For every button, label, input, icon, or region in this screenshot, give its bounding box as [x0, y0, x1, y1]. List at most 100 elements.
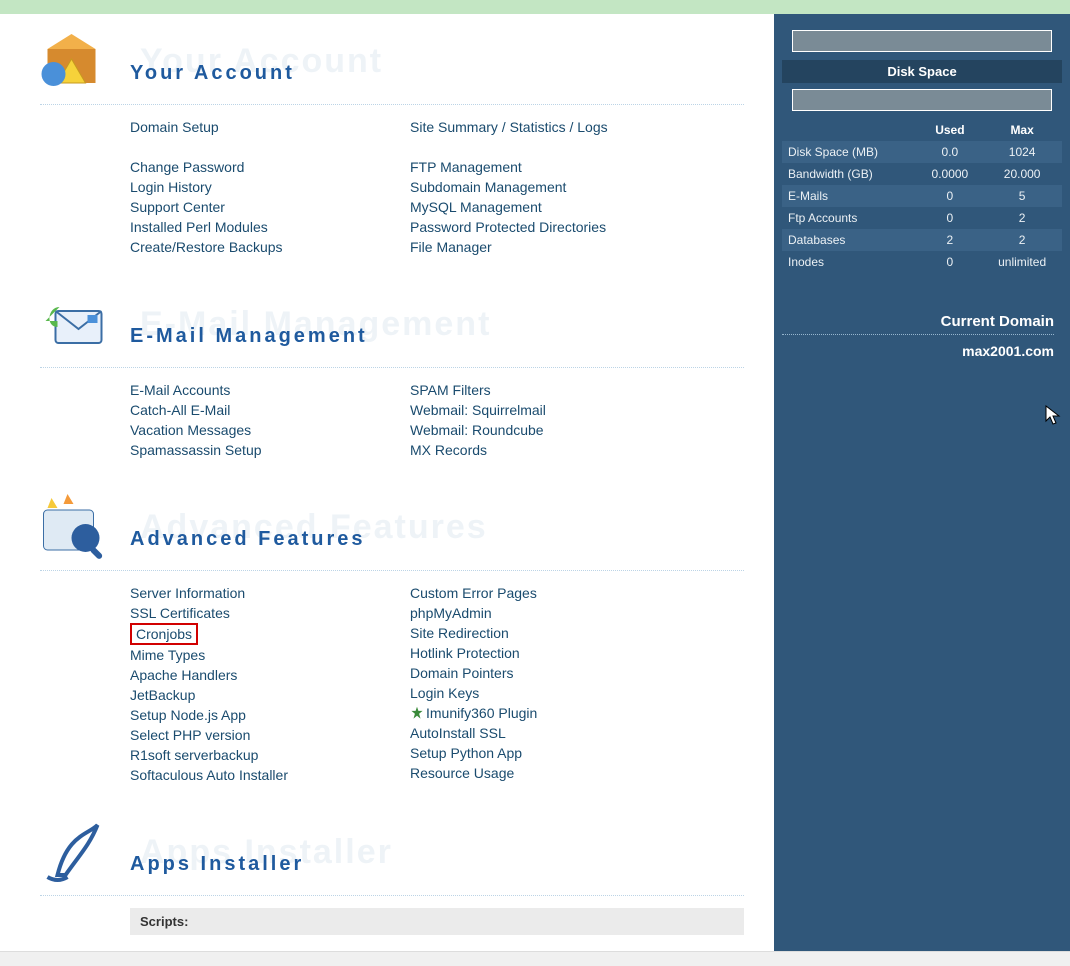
stats-name: Disk Space (MB)	[782, 141, 918, 163]
stats-row-databases: Databases22	[782, 229, 1062, 251]
current-domain-block: Current Domain max2001.com	[782, 313, 1062, 359]
link-e-mail-accounts[interactable]: E-Mail Accounts	[130, 380, 410, 400]
link-setup-node-js-app[interactable]: Setup Node.js App	[130, 705, 410, 725]
link-imunify360-plugin[interactable]: Imunify360 Plugin	[410, 703, 690, 723]
link-spamassassin-setup[interactable]: Spamassassin Setup	[130, 440, 410, 460]
email-right-col: SPAM FiltersWebmail: SquirrelmailWebmail…	[410, 380, 690, 460]
link-change-password[interactable]: Change Password	[130, 157, 410, 177]
stats-max: 1024	[982, 141, 1062, 163]
footer-strip	[0, 951, 1070, 966]
stats-row-ftp-accounts: Ftp Accounts02	[782, 207, 1062, 229]
usage-bar-top	[792, 30, 1052, 52]
advanced-right-col: Custom Error PagesphpMyAdminSite Redirec…	[410, 583, 690, 785]
stats-used: 0	[918, 207, 983, 229]
section-head-account: Your Account Your Account	[40, 24, 744, 105]
link-site-redirection[interactable]: Site Redirection	[410, 623, 690, 643]
email-icon	[35, 287, 120, 362]
link-custom-error-pages[interactable]: Custom Error Pages	[410, 583, 690, 603]
link-select-php-version[interactable]: Select PHP version	[130, 725, 410, 745]
link-cronjobs[interactable]: Cronjobs	[130, 623, 410, 645]
link-apache-handlers[interactable]: Apache Handlers	[130, 665, 410, 685]
link-vacation-messages[interactable]: Vacation Messages	[130, 420, 410, 440]
link-file-manager[interactable]: File Manager	[410, 237, 690, 257]
link-catch-all-e-mail[interactable]: Catch-All E-Mail	[130, 400, 410, 420]
disk-space-bar	[792, 89, 1052, 111]
current-domain-label: Current Domain	[782, 313, 1054, 330]
link-softaculous-auto-installer[interactable]: Softaculous Auto Installer	[130, 765, 410, 785]
blank-row	[130, 137, 410, 157]
stats-row-bandwidth-gb-: Bandwidth (GB)0.000020.000	[782, 163, 1062, 185]
current-domain-value: max2001.com	[782, 343, 1054, 359]
main-column: Your Account Your Account Domain Setup Ch…	[0, 14, 774, 951]
link-resource-usage[interactable]: Resource Usage	[410, 763, 690, 783]
links-advanced: Server InformationSSL CertificatesCronjo…	[130, 583, 744, 785]
link-support-center[interactable]: Support Center	[130, 197, 410, 217]
stats-name: Databases	[782, 229, 918, 251]
stats-name: Ftp Accounts	[782, 207, 918, 229]
link-subdomain-management[interactable]: Subdomain Management	[410, 177, 690, 197]
email-left-col: E-Mail AccountsCatch-All E-MailVacation …	[130, 380, 410, 460]
advanced-left-col: Server InformationSSL CertificatesCronjo…	[130, 583, 410, 785]
section-apps: Apps Installer Apps Installer Scripts:	[40, 815, 744, 935]
link-webmail-roundcube[interactable]: Webmail: Roundcube	[410, 420, 690, 440]
link-mx-records[interactable]: MX Records	[410, 440, 690, 460]
section-your-account: Your Account Your Account Domain Setup Ch…	[40, 24, 744, 257]
link-domain-pointers[interactable]: Domain Pointers	[410, 663, 690, 683]
link-ftp-management[interactable]: FTP Management	[410, 157, 690, 177]
scripts-label: Scripts:	[130, 908, 744, 935]
link-password-protected-directories[interactable]: Password Protected Directories	[410, 217, 690, 237]
stats-used: 0	[918, 251, 983, 273]
title-advanced: Advanced Features	[130, 528, 366, 551]
title-email: E-Mail Management	[130, 325, 368, 348]
title-account: Your Account	[130, 62, 295, 85]
stats-name: Bandwidth (GB)	[782, 163, 918, 185]
link-autoinstall-ssl[interactable]: AutoInstall SSL	[410, 723, 690, 743]
link-r1soft-serverbackup[interactable]: R1soft serverbackup	[130, 745, 410, 765]
link-mysql-management[interactable]: MySQL Management	[410, 197, 690, 217]
section-head-apps: Apps Installer Apps Installer	[40, 815, 744, 896]
stats-max: 2	[982, 229, 1062, 251]
stats-max: 20.000	[982, 163, 1062, 185]
stats-max: 2	[982, 207, 1062, 229]
stats-row-e-mails: E-Mails05	[782, 185, 1062, 207]
link-setup-python-app[interactable]: Setup Python App	[410, 743, 690, 763]
link-server-information[interactable]: Server Information	[130, 583, 410, 603]
link-installed-perl-modules[interactable]: Installed Perl Modules	[130, 217, 410, 237]
section-advanced: Advanced Features Advanced Features Serv…	[40, 490, 744, 785]
account-left-col: Domain Setup Change PasswordLogin History…	[130, 117, 410, 257]
section-head-advanced: Advanced Features Advanced Features	[40, 490, 744, 571]
links-account: Domain Setup Change PasswordLogin History…	[130, 117, 744, 257]
stats-row-inodes: Inodes0unlimited	[782, 251, 1062, 273]
advanced-icon	[35, 490, 120, 565]
stats-row-disk-space-mb-: Disk Space (MB)0.01024	[782, 141, 1062, 163]
stats-header-row: Used Max	[782, 119, 1062, 141]
link-create-restore-backups[interactable]: Create/Restore Backups	[130, 237, 410, 257]
top-green-bar	[0, 0, 1070, 14]
link-login-keys[interactable]: Login Keys	[410, 683, 690, 703]
link-mime-types[interactable]: Mime Types	[130, 645, 410, 665]
link-hotlink-protection[interactable]: Hotlink Protection	[410, 643, 690, 663]
stats-used: 0	[918, 185, 983, 207]
stats-max: unlimited	[982, 251, 1062, 273]
stats-table: Used Max Disk Space (MB)0.01024Bandwidth…	[782, 119, 1062, 273]
link-phpmyadmin[interactable]: phpMyAdmin	[410, 603, 690, 623]
stats-header-used: Used	[918, 119, 983, 141]
link-login-history[interactable]: Login History	[130, 177, 410, 197]
disk-space-heading: Disk Space	[782, 60, 1062, 83]
dotted-divider	[782, 334, 1054, 335]
sidebar: Disk Space Used Max Disk Space (MB)0.010…	[774, 14, 1070, 951]
stats-header-max: Max	[982, 119, 1062, 141]
page-body: Your Account Your Account Domain Setup Ch…	[0, 14, 1070, 951]
link-site-summary-statistics-logs[interactable]: Site Summary / Statistics / Logs	[410, 117, 690, 137]
link-webmail-squirrelmail[interactable]: Webmail: Squirrelmail	[410, 400, 690, 420]
title-apps: Apps Installer	[130, 853, 304, 876]
link-spam-filters[interactable]: SPAM Filters	[410, 380, 690, 400]
link-domain-setup[interactable]: Domain Setup	[130, 117, 410, 137]
apps-icon	[35, 815, 120, 890]
link-jetbackup[interactable]: JetBackup	[130, 685, 410, 705]
stats-name: E-Mails	[782, 185, 918, 207]
blank-row	[410, 137, 690, 157]
stats-used: 2	[918, 229, 983, 251]
link-ssl-certificates[interactable]: SSL Certificates	[130, 603, 410, 623]
stats-body: Disk Space (MB)0.01024Bandwidth (GB)0.00…	[782, 141, 1062, 273]
